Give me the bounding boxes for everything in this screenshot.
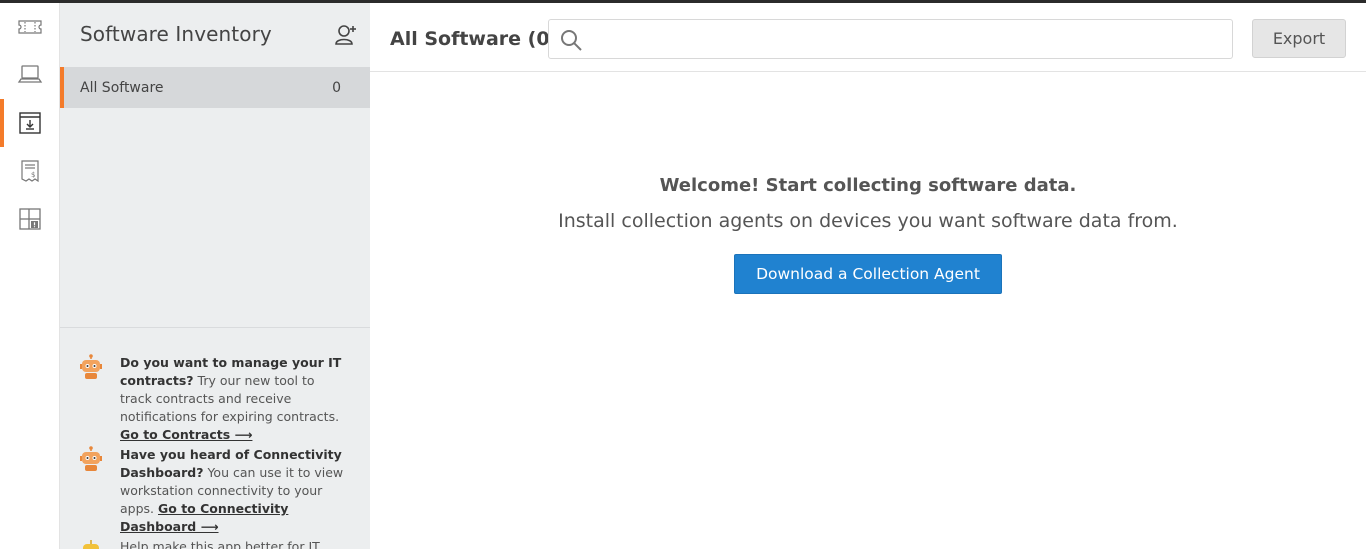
sidebar-item-label: All Software (80, 79, 164, 96)
tip-text: Have you heard of Connectivity Dashboard… (120, 447, 344, 534)
search-icon (561, 30, 582, 51)
software-download-icon (19, 112, 41, 134)
rail-item-devices[interactable] (0, 51, 60, 99)
sidebar-item-all-software[interactable]: All Software 0 (60, 67, 370, 108)
rail-item-dashboard[interactable] (0, 195, 60, 243)
software-sidebar: Software Inventory All Software 0 Do you… (60, 3, 370, 549)
tip-connectivity: Have you heard of Connectivity Dashboard… (60, 446, 370, 534)
download-collection-agent-button[interactable]: Download a Collection Agent (734, 254, 1002, 294)
search-box (548, 19, 1233, 59)
icon-rail: $ (0, 3, 60, 549)
tip-text: Help make this app better for IT pros li… (120, 539, 320, 549)
dashboard-alert-icon (19, 208, 41, 230)
ticket-icon (18, 20, 42, 34)
rail-item-tickets[interactable] (0, 3, 60, 51)
tip-feedback: Help make this app better for IT pros li… (60, 538, 370, 549)
search-input[interactable] (591, 20, 1221, 58)
add-user-icon (335, 25, 356, 45)
laptop-icon (17, 65, 43, 83)
page-title: All Software (0) (390, 28, 559, 50)
rail-item-software[interactable] (0, 99, 60, 147)
sidebar-item-count: 0 (332, 79, 341, 96)
main-header: All Software (0) Export (370, 3, 1366, 72)
rail-item-contracts[interactable]: $ (0, 147, 60, 195)
tips-section: Do you want to manage your IT contracts?… (60, 327, 370, 549)
go-to-contracts-link[interactable]: Go to Contracts ⟶ (120, 427, 252, 442)
main-content: All Software (0) Export Welcome! Start c… (370, 3, 1366, 549)
invoice-icon: $ (21, 160, 39, 183)
welcome-subtitle: Install collection agents on devices you… (558, 210, 1178, 232)
welcome-heading: Welcome! Start collecting software data. (659, 175, 1077, 196)
export-button[interactable]: Export (1252, 19, 1346, 58)
add-user-button[interactable] (332, 21, 360, 49)
sidebar-header: Software Inventory (60, 3, 370, 67)
svg-text:$: $ (31, 171, 35, 179)
feedback-icon (83, 540, 99, 549)
robot-icon (80, 446, 102, 471)
sidebar-title: Software Inventory (80, 22, 272, 46)
tip-contracts: Do you want to manage your IT contracts?… (60, 354, 370, 442)
tip-text: Do you want to manage your IT contracts?… (120, 355, 342, 442)
robot-icon (80, 354, 102, 379)
